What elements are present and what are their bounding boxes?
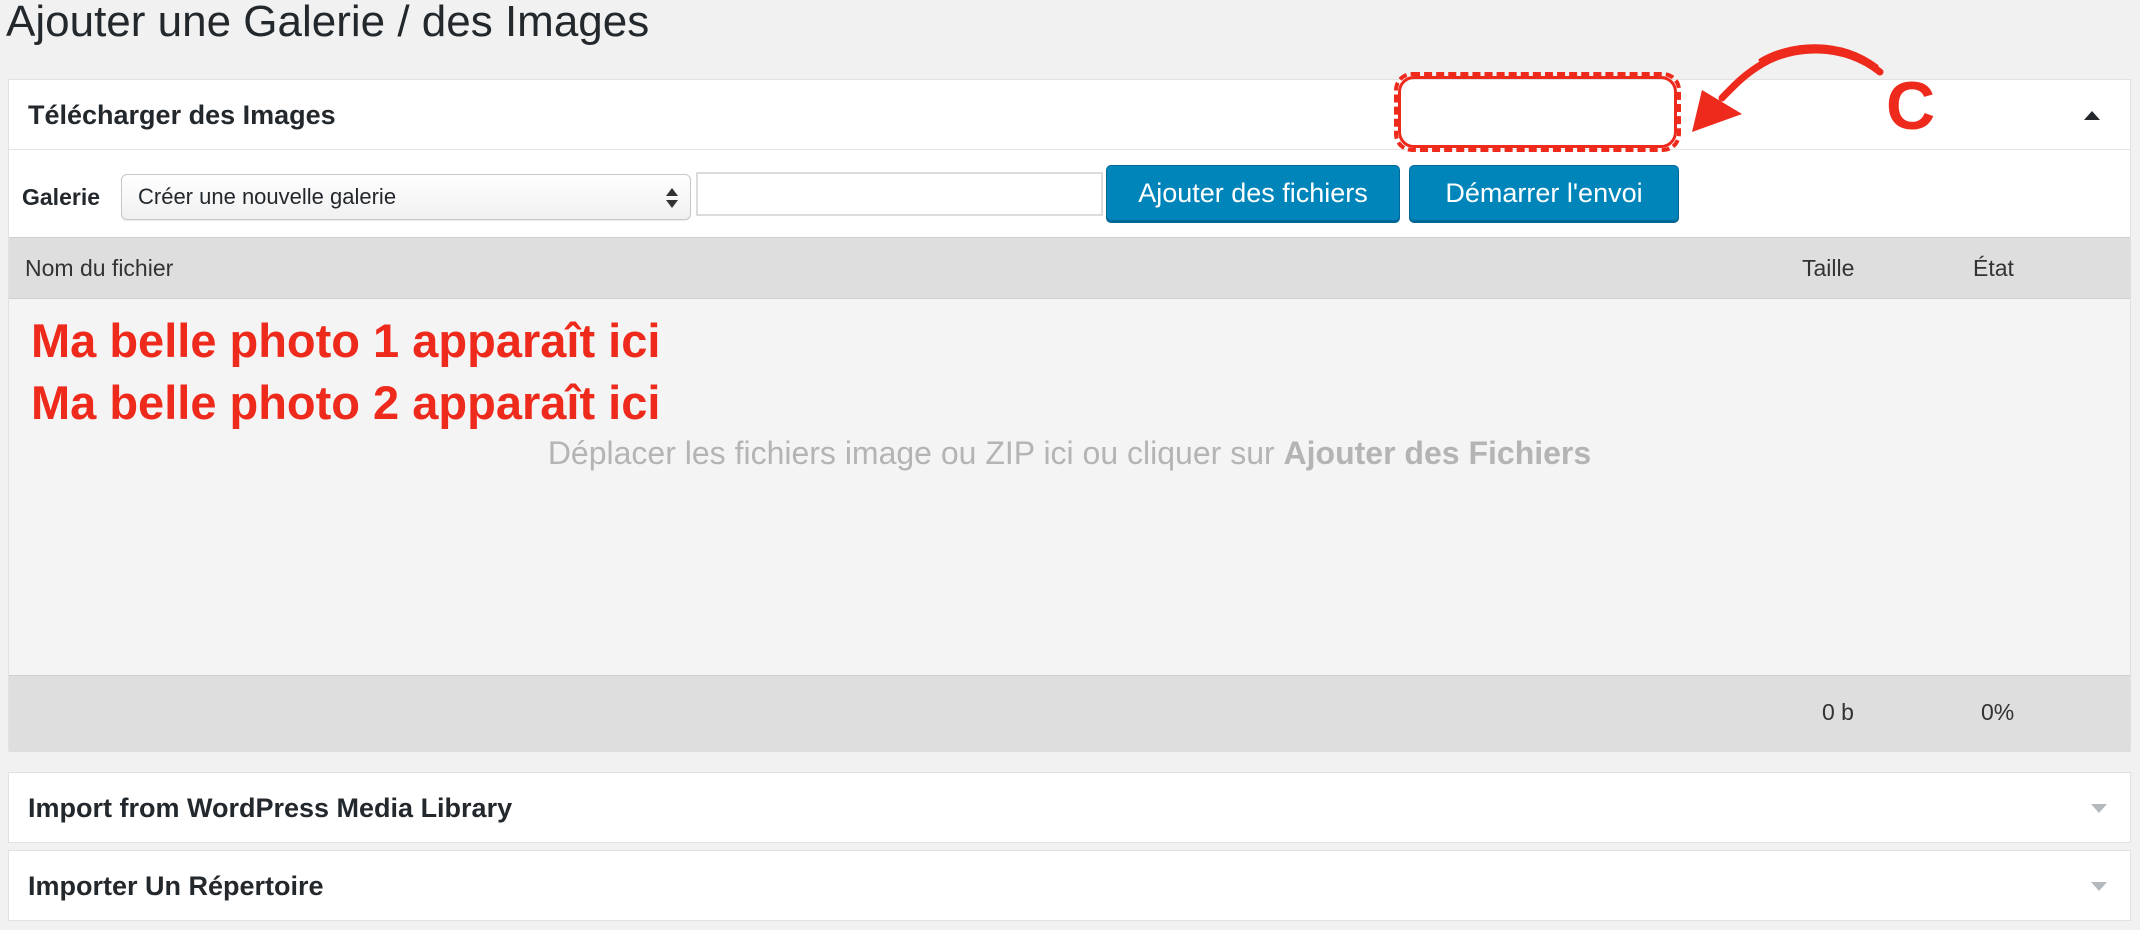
- drop-hint: Déplacer les fichiers image ou ZIP ici o…: [9, 433, 2130, 473]
- gallery-select[interactable]: Créer une nouvelle galerie: [121, 174, 691, 220]
- drop-hint-bold: Ajouter des Fichiers: [1283, 435, 1592, 471]
- annotation-note-photo-2: Ma belle photo 2 apparaît ici: [31, 376, 661, 429]
- import-wp-media-panel[interactable]: Import from WordPress Media Library: [8, 772, 2131, 843]
- upload-panel-title: Télécharger des Images: [28, 100, 336, 130]
- expand-triangle-icon[interactable]: [2091, 804, 2107, 813]
- import-directory-title: Importer Un Répertoire: [28, 871, 324, 901]
- expand-triangle-icon[interactable]: [2091, 882, 2107, 891]
- file-drop-zone[interactable]: Ma belle photo 1 apparaît ici Ma belle p…: [9, 299, 2130, 675]
- gallery-label: Galerie: [22, 184, 100, 210]
- column-size: Taille: [1802, 255, 1855, 281]
- import-directory-panel[interactable]: Importer Un Répertoire: [8, 850, 2131, 921]
- annotation-note-photo-1: Ma belle photo 1 apparaît ici: [31, 314, 661, 367]
- column-state: État: [1973, 255, 2014, 281]
- annotation-arrow-icon: [1692, 44, 1884, 132]
- collapse-triangle-icon[interactable]: [2084, 111, 2100, 120]
- gallery-select-value: Créer une nouvelle galerie: [138, 184, 397, 209]
- gallery-name-input[interactable]: [696, 172, 1103, 216]
- upload-panel: Télécharger des Images Galerie Créer une…: [8, 79, 2131, 752]
- column-filename: Nom du fichier: [25, 255, 174, 281]
- import-wp-media-title: Import from WordPress Media Library: [28, 793, 513, 823]
- drop-hint-text: Déplacer les fichiers image ou ZIP ici o…: [547, 435, 1284, 471]
- add-files-button[interactable]: Ajouter des fichiers: [1106, 165, 1400, 221]
- select-arrows-icon: [666, 186, 678, 210]
- start-upload-button[interactable]: Démarrer l'envoi: [1409, 165, 1679, 221]
- file-list-header: Nom du fichier Taille État: [9, 237, 2130, 299]
- annotation-highlight-outline-inner: [1398, 76, 1677, 148]
- total-size: 0 b: [1822, 699, 1854, 725]
- file-list-footer: 0 b 0%: [9, 675, 2130, 752]
- page-title: Ajouter une Galerie / des Images: [6, 0, 650, 46]
- annotation-letter: C: [1886, 68, 1936, 144]
- total-percent: 0%: [1981, 699, 2015, 725]
